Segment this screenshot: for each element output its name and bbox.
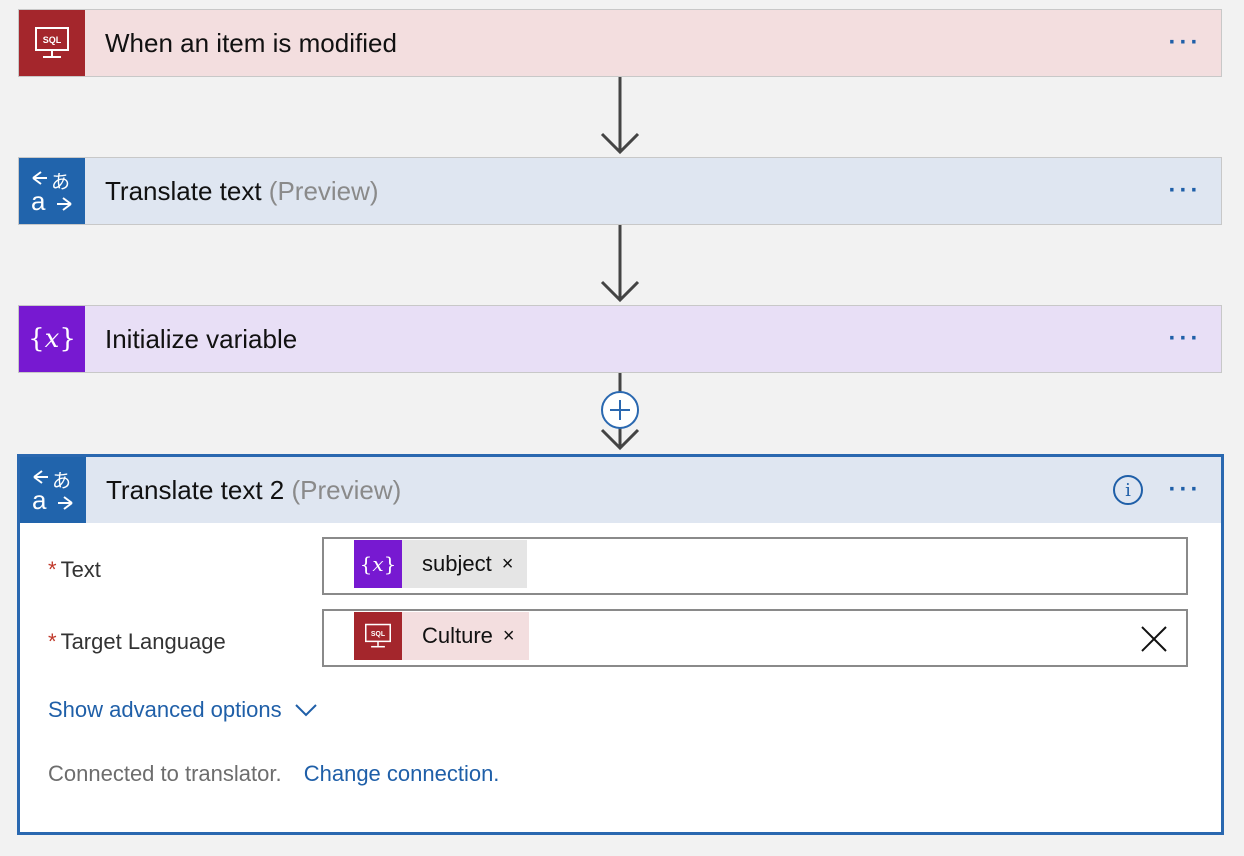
variable-icon: {x} xyxy=(19,306,85,372)
step-title: Translate text (Preview) xyxy=(105,175,379,206)
token-label: Culture xyxy=(422,623,493,648)
target-language-field-label: * Target Language xyxy=(48,629,226,654)
svg-text:あ: あ xyxy=(52,470,71,492)
more-options-button[interactable]: ··· xyxy=(1163,475,1207,505)
variable-token[interactable]: {x} subject × xyxy=(354,540,528,588)
info-icon[interactable]: i xyxy=(1113,475,1143,505)
more-options-button[interactable]: ··· xyxy=(1163,176,1207,206)
translator-icon: a あ xyxy=(20,457,86,523)
change-connection-link[interactable]: Change connection. xyxy=(304,761,500,786)
text-field-label: * Text xyxy=(48,557,101,582)
sql-token[interactable]: SQL Culture × xyxy=(354,612,529,660)
remove-token-button[interactable]: × xyxy=(502,553,514,576)
clear-field-button[interactable] xyxy=(1140,625,1168,658)
step-title: Initialize variable xyxy=(105,323,298,354)
chevron-down-icon xyxy=(294,704,317,717)
plus-circle-icon xyxy=(601,391,639,429)
close-icon xyxy=(1141,626,1167,652)
svg-text:あ: あ xyxy=(51,171,70,193)
token-label: subject xyxy=(422,551,492,576)
variable-icon: {x} xyxy=(354,540,402,588)
action-title: Translate text 2 (Preview) xyxy=(106,474,402,505)
insert-step-button[interactable] xyxy=(600,390,640,430)
remove-token-button[interactable]: × xyxy=(503,625,515,648)
text-field-input[interactable]: {x} subject × xyxy=(322,537,1188,595)
step-card-translate-text[interactable]: a あ Translate text (Preview) ··· xyxy=(18,157,1222,225)
more-options-button[interactable]: ··· xyxy=(1163,28,1207,58)
connection-status: Connected to translator. Change connecti… xyxy=(48,761,500,786)
translator-icon: a あ xyxy=(19,158,85,224)
step-title: When an item is modified xyxy=(105,27,397,58)
svg-text:SQL: SQL xyxy=(43,35,62,45)
step-card-trigger[interactable]: SQL When an item is modified ··· xyxy=(18,9,1222,77)
step-card-initialize-variable[interactable]: {x} Initialize variable ··· xyxy=(18,305,1222,373)
svg-text:a: a xyxy=(31,186,46,214)
sql-icon: SQL xyxy=(354,612,402,660)
sql-icon: SQL xyxy=(19,10,85,76)
target-language-field-input[interactable]: SQL Culture × xyxy=(322,609,1188,667)
action-header[interactable]: a あ Translate text 2 (Preview) i ··· xyxy=(20,457,1221,523)
svg-text:SQL: SQL xyxy=(371,631,385,638)
show-advanced-options-link[interactable]: Show advanced options xyxy=(48,697,318,723)
action-card-translate-text-2[interactable]: a あ Translate text 2 (Preview) i ··· * Te… xyxy=(17,454,1224,835)
svg-text:a: a xyxy=(32,485,47,513)
more-options-button[interactable]: ··· xyxy=(1163,324,1207,354)
